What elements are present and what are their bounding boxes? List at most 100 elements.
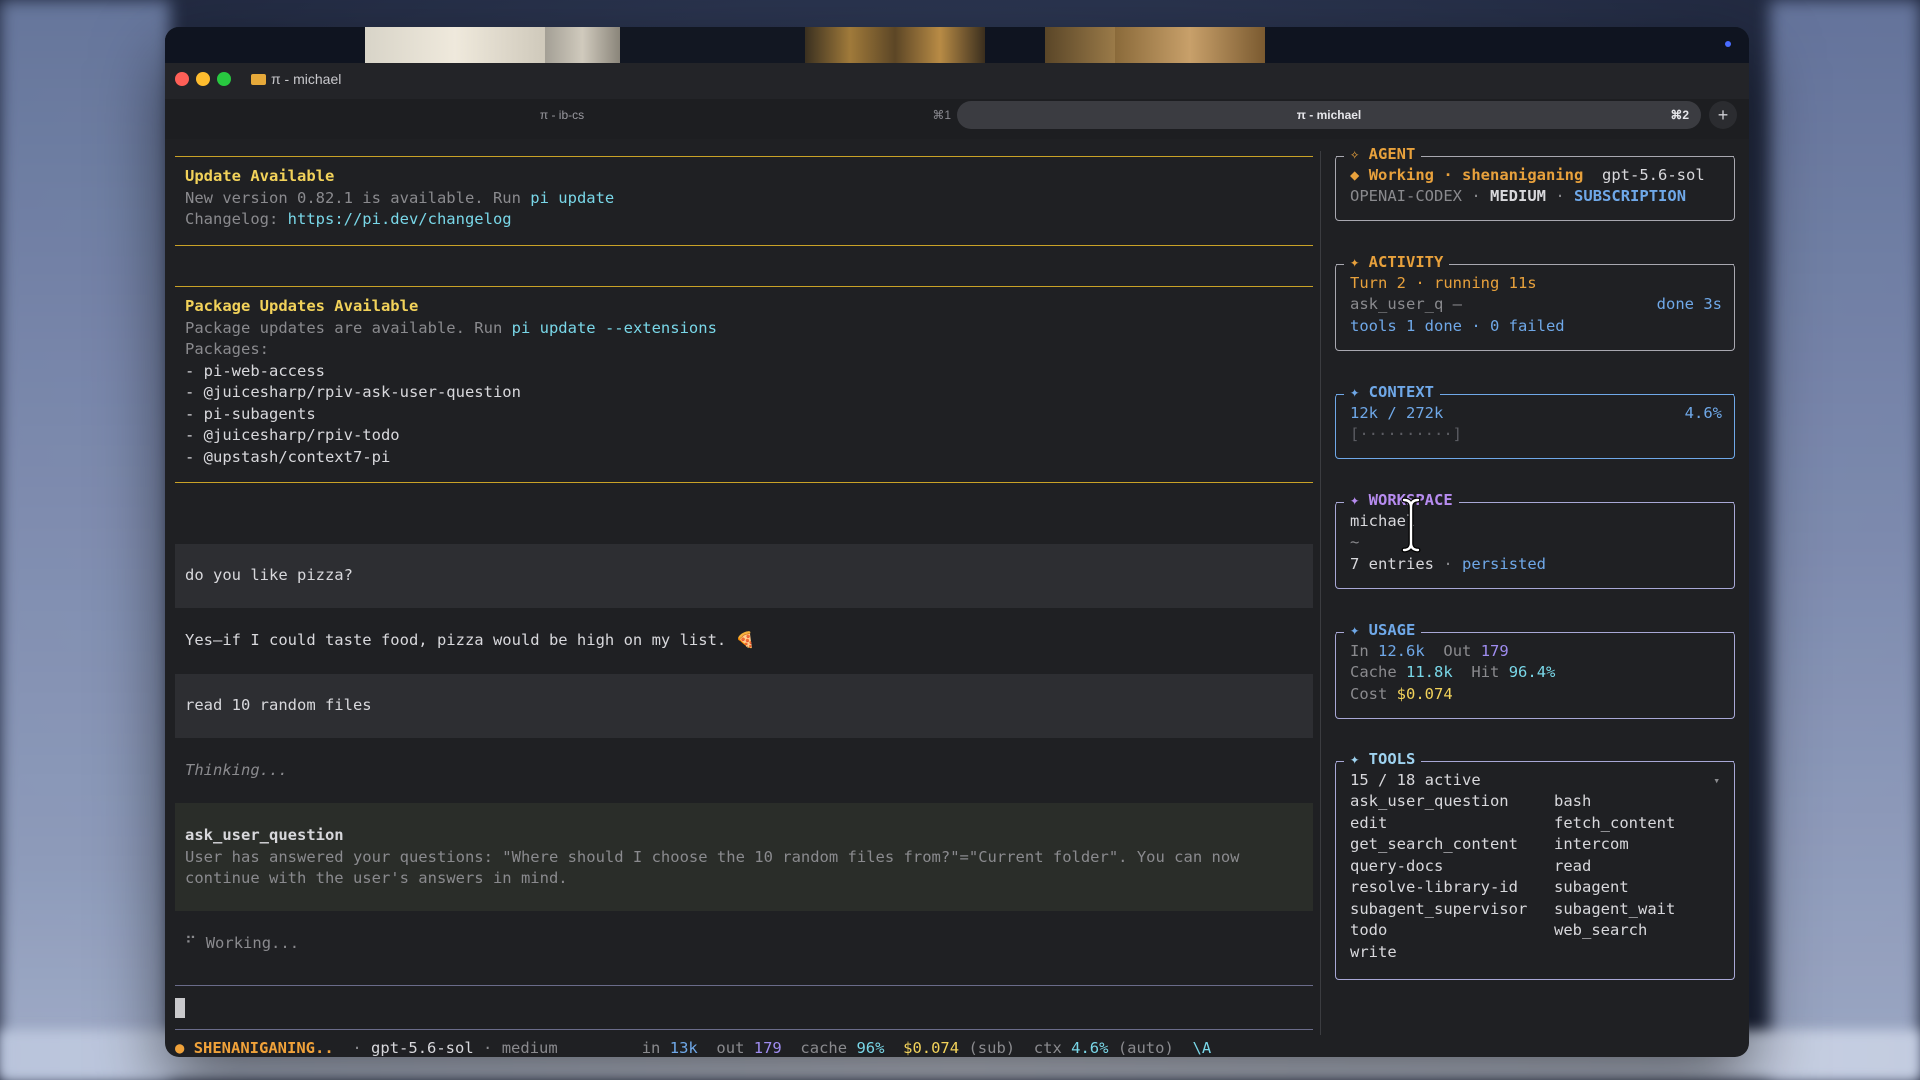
input-divider [175,985,1313,986]
package-item: - pi-subagents [185,405,316,423]
tool-item: get_search_content [1350,835,1518,853]
status-cache: 96% [856,1039,885,1057]
agent-status: ◆ Working · shenaniganing gpt-5.6-sol [1350,166,1705,184]
usage-cost: Cost $0.074 [1350,685,1453,703]
folder-icon [251,74,266,85]
tool-item: subagent [1554,878,1629,896]
activity-summary: tools 1 done · 0 failed [1350,317,1565,335]
status-out: 179 [753,1039,782,1057]
activity-tool-status: done 3s [1656,295,1722,313]
title-bar [165,63,1749,99]
tool-item: ask_user_question [1350,792,1509,810]
status-ctx: 4.6% [1071,1039,1109,1057]
workspace-entries: 7 entries · persisted [1350,555,1547,573]
user-message-text: do you like pizza? [185,566,353,584]
status-dot-icon: ● [175,1039,185,1057]
tab-shortcut: ⌘2 [1670,108,1689,122]
collapse-caret-icon[interactable]: ▾ [1713,770,1720,792]
tool-name: ask_user_question [185,826,344,844]
activity-turn: Turn 2 · running 11s [1350,274,1537,292]
status-bar: ● SHENANIGANING.. · gpt-5.6-sol · medium… [175,1039,1212,1057]
input-cursor[interactable] [175,998,185,1018]
divider [175,245,1313,246]
tab-label: π - michael [1296,108,1362,122]
tools-panel: ✦ TOOLS 15 / 18 active ▾ ask_user_questi… [1335,749,1735,980]
update-changelog: Changelog: https://pi.dev/changelog [185,210,512,228]
tool-item: web_search [1554,921,1648,939]
tool-item: fetch_content [1554,814,1676,832]
thinking-indicator: Thinking... [185,761,288,779]
status-in: 13k [669,1039,698,1057]
update-line1: New version 0.82.1 is available. Run pi … [185,189,615,207]
close-window-button[interactable] [175,72,189,86]
user-message-text: read 10 random files [185,696,372,714]
terminal-window: π - michael π - ib-cs ⌘1 π - michael ⌘2 … [165,27,1749,1057]
text-cursor-icon [1401,497,1421,553]
tool-item: edit [1350,814,1388,832]
working-indicator: ⠋ Working... [185,934,300,952]
status-model: gpt-5.6-sol [371,1039,474,1057]
tool-item: write [1350,943,1397,961]
packages-line1: Package updates are available. Run pi up… [185,319,717,337]
assistant-message-text: Yes—if I could taste food, pizza would b… [185,631,755,649]
input-divider [175,1029,1313,1030]
tab-shortcut: ⌘1 [932,108,951,122]
sidebar-divider [1320,151,1321,1035]
new-tab-button[interactable]: + [1709,101,1737,129]
update-title: Update Available [185,167,335,185]
sidebar: ✧ AGENT ◆ Working · shenaniganing gpt-5.… [1325,139,1749,1057]
status-cost: $0.074 [903,1039,960,1057]
divider [175,482,1313,483]
status-effort: medium [501,1039,558,1057]
packages-title: Package Updates Available [185,297,419,315]
tool-output-line: User has answered your questions: "Where… [185,848,1240,866]
minimize-window-button[interactable] [196,72,210,86]
agent-panel: ✧ AGENT ◆ Working · shenaniganing gpt-5.… [1335,144,1735,221]
activity-panel: ✦ ACTIVITY Turn 2 · running 11s ask_user… [1335,252,1735,351]
changelog-link[interactable]: https://pi.dev/changelog [288,210,512,228]
tool-item: subagent_supervisor [1350,900,1528,918]
diamond-icon: ◆ [1350,166,1360,184]
divider [175,156,1313,157]
package-item: - pi-web-access [185,362,325,380]
context-panel: ✦ CONTEXT 12k / 272k 4.6% [··········] [1335,382,1735,459]
usage-cache: Cache 11.8k Hit 96.4% [1350,663,1556,681]
packages-label: Packages: [185,340,269,358]
tool-item: subagent_wait [1554,900,1676,918]
context-pct: 4.6% [1684,404,1722,422]
context-panel-title: ✦ CONTEXT [1344,382,1440,404]
status-kbd: \A [1192,1039,1212,1057]
tool-item: query-docs [1350,857,1444,875]
divider [175,286,1313,287]
context-bar: [··········] [1350,425,1462,443]
window-title: π - michael [251,71,341,87]
tool-item: intercom [1554,835,1629,853]
agent-provider: OPENAI-CODEX · MEDIUM · SUBSCRIPTION [1350,187,1687,205]
tab-bar: π - ib-cs ⌘1 π - michael ⌘2 + [165,99,1749,139]
desktop-background-left [0,0,170,1080]
tab-michael[interactable]: π - michael ⌘2 [957,101,1701,129]
zoom-window-button[interactable] [217,72,231,86]
wallpaper-strip [165,27,1749,63]
tool-item: bash [1554,792,1592,810]
tool-item: read [1554,857,1592,875]
tool-item: todo [1350,921,1388,939]
status-state: SHENANIGANING.. [193,1039,334,1057]
agent-panel-title: ✧ AGENT [1344,144,1422,166]
spinner-icon: ⠋ [185,934,197,952]
terminal-content[interactable]: Update Available New version 0.82.1 is a… [165,139,1749,1057]
tool-output-line: continue with the user's answers in mind… [185,869,568,887]
package-item: - @juicesharp/rpiv-todo [185,426,400,444]
usage-io: In 12.6k Out 179 [1350,642,1509,660]
tab-ib-cs[interactable]: π - ib-cs ⌘1 [173,103,951,129]
package-item: - @upstash/context7-pi [185,448,391,466]
tools-panel-title: ✦ TOOLS [1344,749,1422,771]
context-used: 12k / 272k [1350,404,1444,422]
package-item: - @juicesharp/rpiv-ask-user-question [185,383,521,401]
usage-panel-title: ✦ USAGE [1344,620,1422,642]
workspace-panel: ✦ WORKSPACE michael ~ 7 entries · persis… [1335,490,1735,589]
chat-pane: Update Available New version 0.82.1 is a… [175,139,1313,1057]
usage-panel: ✦ USAGE In 12.6k Out 179 Cache 11.8k Hit… [1335,620,1735,719]
tools-active-count: 15 / 18 active [1350,771,1481,789]
desktop-background-right [1770,0,1920,1080]
